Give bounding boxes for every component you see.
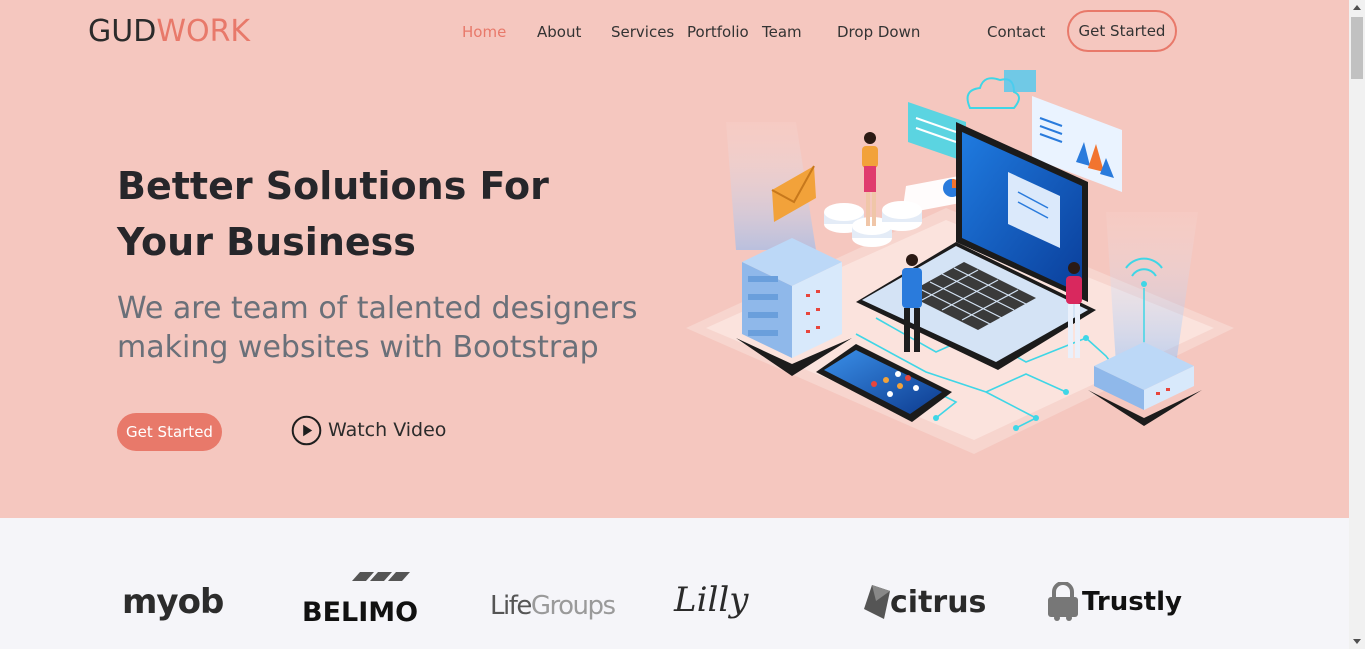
watch-video-link[interactable]: Watch Video — [291, 414, 446, 446]
page: GUDWORK Home About Services Portfolio Te… — [0, 0, 1349, 649]
client-trustly-text: Trustly — [1082, 587, 1182, 617]
client-lilly-logo: Lilly — [674, 570, 748, 630]
client-lifegroups-text-a: Life — [490, 591, 532, 621]
client-belimo-logo: BELIMO — [302, 572, 419, 634]
client-trustly-logo: Trustly — [1046, 572, 1182, 632]
hero-subtitle-line1: We are team of talented designers — [117, 291, 638, 326]
brand-logo[interactable]: GUDWORK — [88, 14, 250, 49]
hero-section: GUDWORK Home About Services Portfolio Te… — [0, 0, 1349, 518]
hero-subtitle-line2: making websites with Bootstrap — [117, 330, 599, 365]
brand-logo-part2: WORK — [156, 14, 251, 49]
client-belimo-text: BELIMO — [302, 596, 419, 628]
triangle-down-icon[interactable] — [1349, 633, 1365, 649]
citrus-mark-icon — [864, 585, 890, 619]
nav-team[interactable]: Team — [762, 23, 802, 41]
nav-dropdown[interactable]: Drop Down — [837, 23, 920, 41]
vertical-scrollbar[interactable] — [1349, 0, 1365, 649]
hero-illustration — [686, 62, 1234, 454]
client-citrus-text: citrus — [890, 584, 987, 620]
header-get-started-button[interactable]: Get Started — [1067, 10, 1177, 52]
hero-title: Better Solutions For Your Business — [117, 158, 577, 270]
clients-section: myob BELIMO Life Groups Lilly citrus Tru… — [0, 518, 1349, 649]
nav-about[interactable]: About — [537, 23, 581, 41]
nav-services[interactable]: Services — [611, 23, 674, 41]
hero-subtitle: We are team of talented designers making… — [117, 289, 657, 367]
client-myob-text: myob — [122, 582, 224, 622]
client-myob-logo: myob — [122, 572, 224, 632]
client-lifegroups-text-b: Groups — [530, 591, 616, 621]
nav-contact[interactable]: Contact — [987, 23, 1045, 41]
scrollbar-thumb[interactable] — [1351, 17, 1363, 79]
nav-home[interactable]: Home — [462, 23, 506, 41]
client-lilly-text: Lilly — [674, 580, 749, 620]
client-lifegroups-logo: Life Groups — [490, 576, 616, 636]
padlock-icon — [1048, 582, 1078, 621]
hero-get-started-button[interactable]: Get Started — [117, 413, 222, 451]
client-citrus-logo: citrus — [862, 572, 986, 632]
play-circle-icon — [291, 415, 322, 446]
brand-logo-part1: GUD — [88, 14, 157, 49]
nav-portfolio[interactable]: Portfolio — [687, 23, 749, 41]
triangle-up-icon[interactable] — [1349, 0, 1365, 16]
hero-title-line1: Better Solutions For — [117, 164, 549, 208]
hero-title-line2: Your Business — [117, 220, 416, 264]
watch-video-label: Watch Video — [328, 419, 447, 441]
